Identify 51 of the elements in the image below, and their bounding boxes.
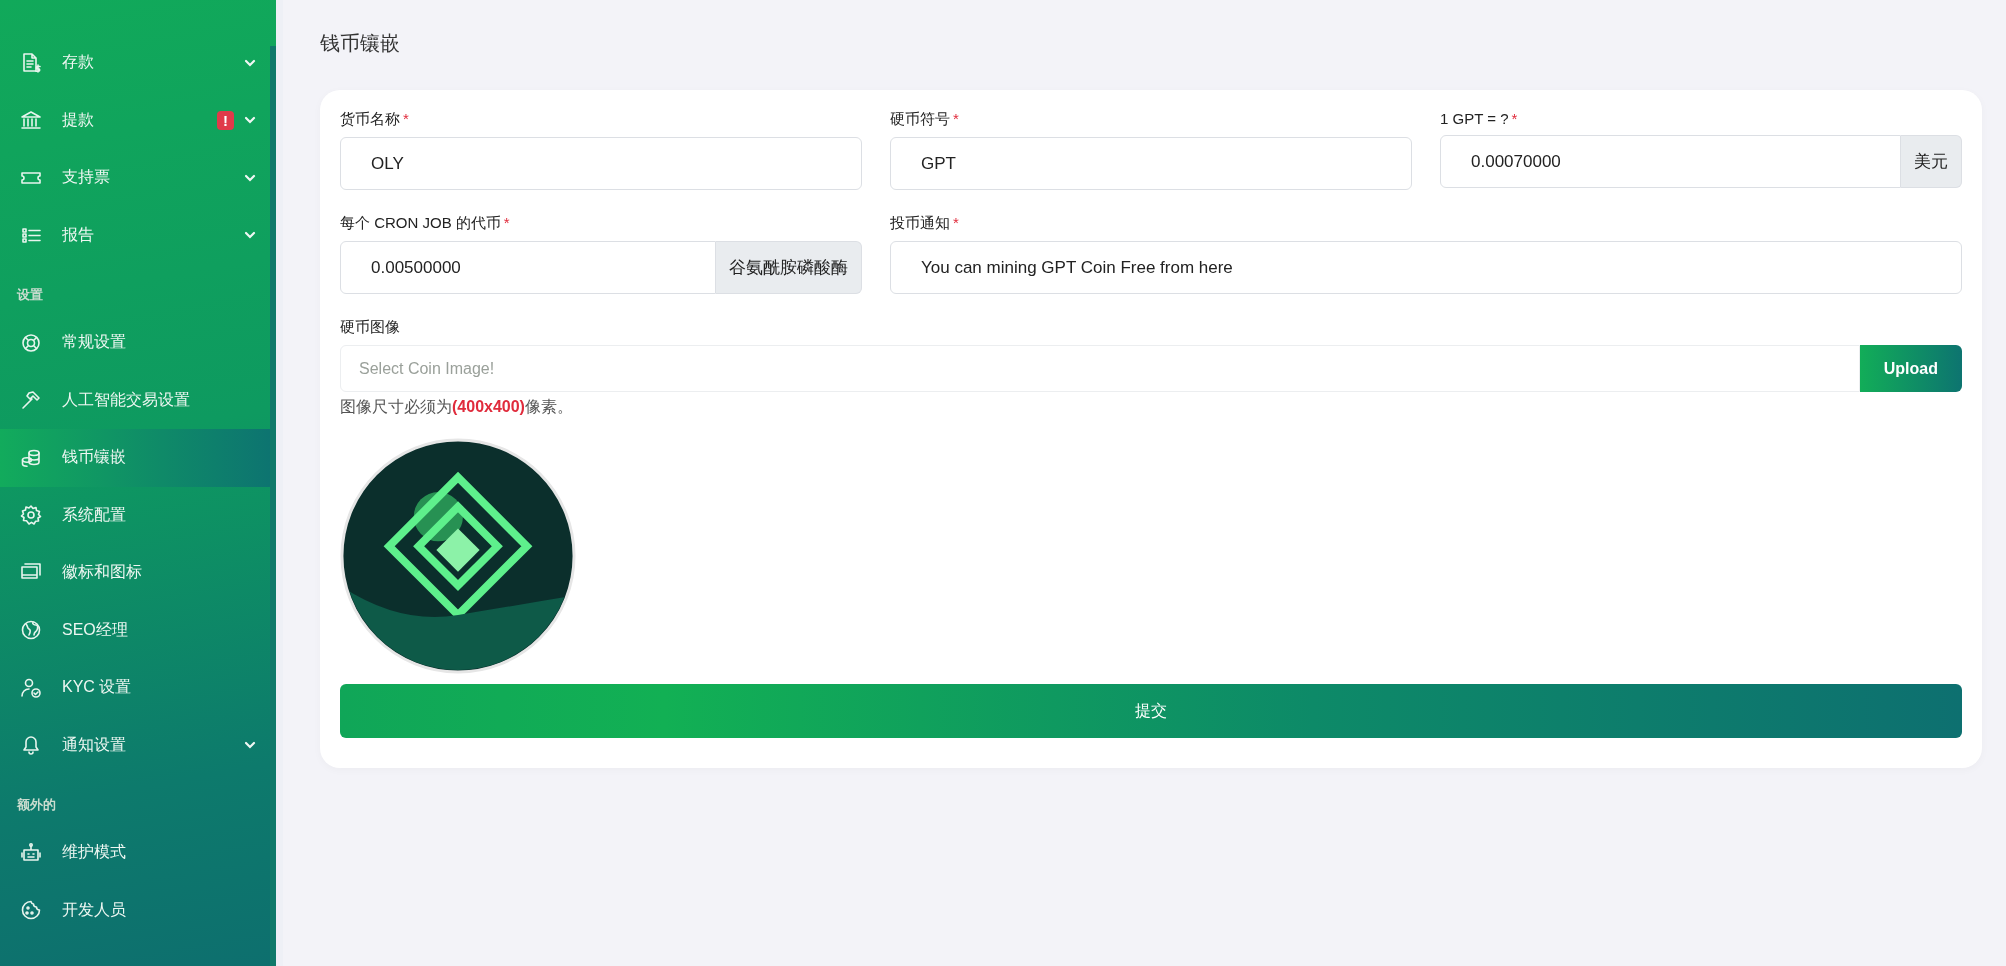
bank-icon [20, 109, 42, 132]
required-mark: * [1511, 110, 1518, 127]
page-title: 钱币镶嵌 [320, 31, 401, 56]
lifebuoy-icon [20, 331, 42, 354]
scrollbar[interactable] [270, 46, 276, 966]
robot-icon [20, 841, 42, 864]
input-field[interactable]: 0.00070000 [1440, 135, 1901, 188]
sidebar-item[interactable]: 报告 [0, 206, 270, 264]
alert-badge: ! [217, 110, 234, 130]
input-field[interactable]: You can mining GPT Coin Free from here [890, 241, 1962, 294]
hammer-icon [20, 389, 42, 412]
sidebar-item[interactable]: 常规设置 [0, 314, 270, 372]
section-heading: 设置 [16, 286, 44, 304]
globe-icon [20, 619, 42, 642]
input-field[interactable]: 0.00500000 [340, 241, 716, 294]
sidebar-item[interactable]: 支持票 [0, 149, 270, 207]
submit-button[interactable]: 提交 [340, 684, 1962, 738]
user-check-icon [20, 676, 42, 699]
sidebar-item[interactable]: 开发人员 [0, 881, 270, 939]
sidebar-item[interactable]: KYC 设置 [0, 659, 270, 717]
field-label: 硬币符号 [890, 110, 950, 127]
field-label: 货币名称 [340, 110, 400, 127]
sidebar-item[interactable]: 钱币镶嵌 [0, 429, 270, 487]
sidebar-item[interactable]: 系统配置 [0, 486, 270, 544]
settings-icon [20, 504, 42, 527]
section-heading: 额外的 [16, 796, 57, 814]
sidebar-item[interactable]: 提款 ! [0, 91, 270, 149]
sidebar-item[interactable]: 存款 [0, 34, 270, 92]
field-label: 硬币图像 [340, 318, 400, 335]
image-size-hint: 图像尺寸必须为(400x400)像素。 [340, 397, 574, 417]
file-field[interactable]: Select Coin Image! [340, 345, 1860, 392]
unit-addon: 谷氨酰胺磷酸酶 [716, 241, 862, 294]
sidebar-item[interactable]: 徽标和图标 [0, 544, 270, 602]
field-label: 投币通知 [890, 214, 950, 231]
required-mark: * [953, 214, 959, 231]
field-label: 1 GPT = ? [1440, 110, 1509, 127]
required-mark: * [503, 214, 510, 231]
document-dollar-icon [20, 51, 42, 74]
field-label: 每个 CRON JOB 的代币 [340, 214, 501, 231]
input-field[interactable]: OLY [340, 137, 862, 190]
upload-button[interactable]: Upload [1859, 345, 1962, 392]
bell-icon [20, 734, 42, 757]
input-field[interactable]: GPT [890, 137, 1412, 190]
required-mark: * [953, 110, 959, 127]
unit-addon: 美元 [1901, 135, 1962, 188]
sidebar-item[interactable]: 维护模式 [0, 824, 270, 882]
sidebar-item[interactable]: 人工智能交易设置 [0, 371, 270, 429]
cookie-icon [20, 899, 42, 922]
required-mark: * [403, 110, 409, 127]
sidebar-item[interactable]: 通知设置 [0, 716, 270, 774]
sidebar-item[interactable]: SEO经理 [0, 601, 270, 659]
